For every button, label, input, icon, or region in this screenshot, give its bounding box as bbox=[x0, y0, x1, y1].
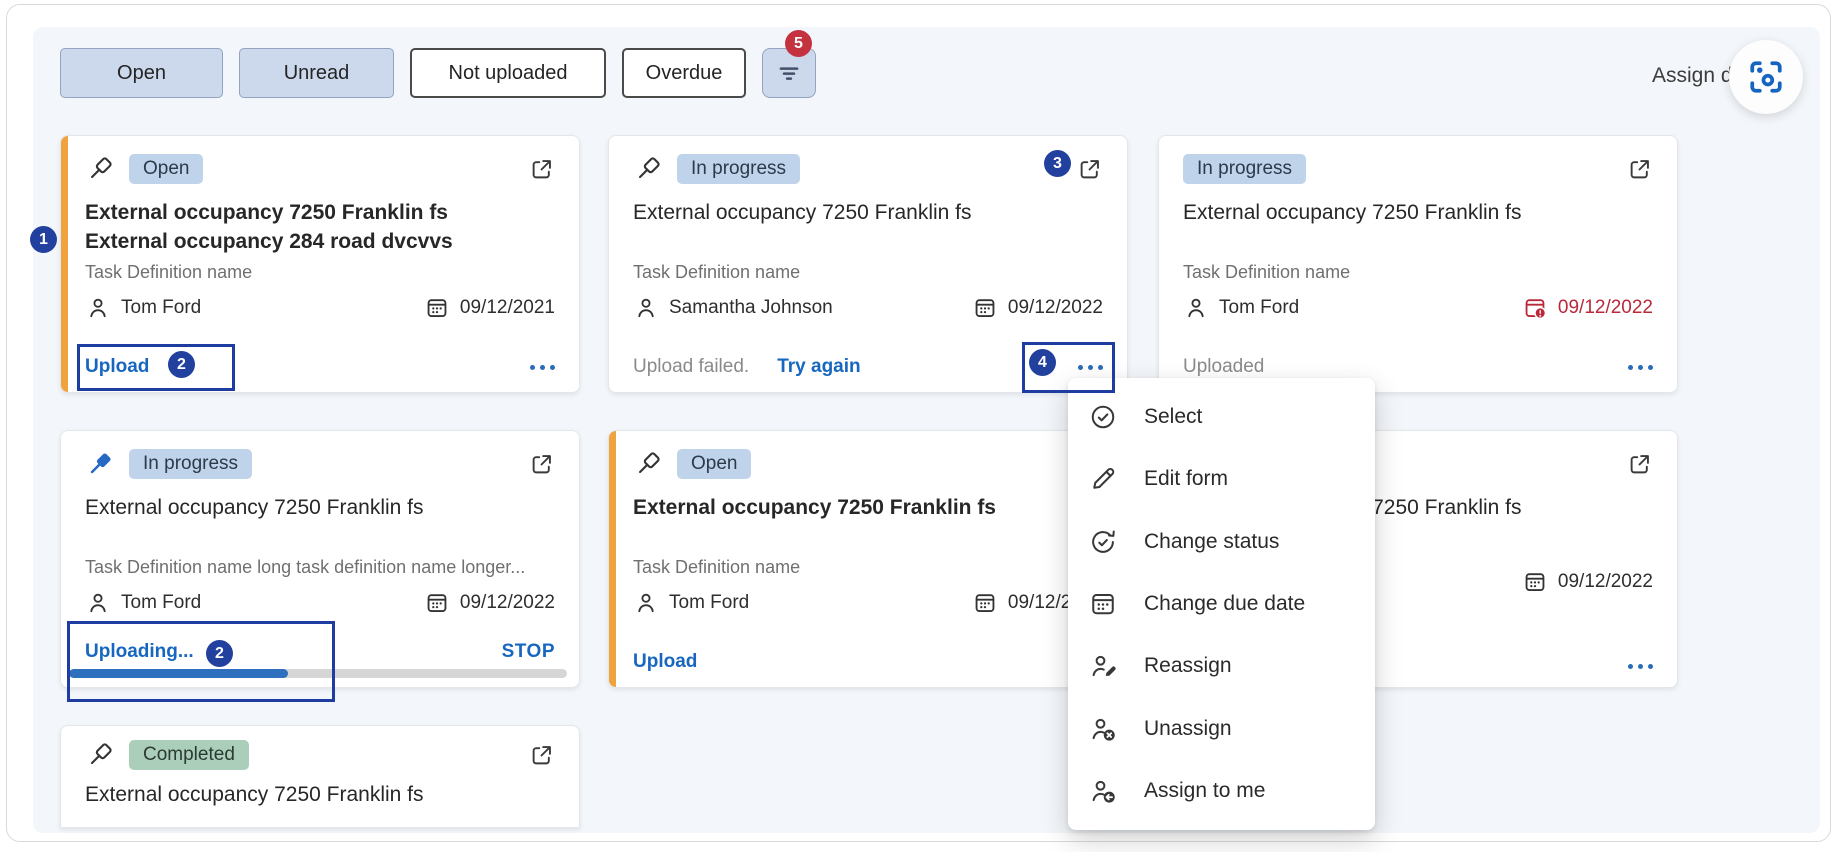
upload-status-text: Upload failed. bbox=[633, 356, 749, 378]
more-button[interactable] bbox=[530, 361, 555, 374]
status-badge: Open bbox=[129, 154, 203, 184]
person-icon bbox=[85, 295, 111, 321]
filter-button-overdue[interactable]: Overdue bbox=[622, 48, 746, 98]
calendar-icon bbox=[1522, 569, 1548, 595]
task-title[interactable]: External occupancy 7250 Franklin fs bbox=[85, 493, 555, 555]
task-definition: Task Definition name bbox=[633, 262, 1103, 283]
person-icon bbox=[633, 590, 659, 616]
filter-button-not-uploaded[interactable]: Not uploaded bbox=[410, 48, 606, 98]
task-card[interactable]: Open External occupancy 7250 Franklin fs… bbox=[608, 430, 1128, 688]
annotation-callout-2: 2 bbox=[168, 351, 195, 378]
more-button[interactable] bbox=[1628, 660, 1653, 673]
person-icon bbox=[633, 295, 659, 321]
task-title[interactable]: External occupancy 7250 Franklin fs bbox=[633, 493, 1103, 555]
pin-filled-icon[interactable] bbox=[85, 449, 115, 479]
upload-link[interactable]: Upload bbox=[633, 651, 697, 673]
assignee-name: Tom Ford bbox=[669, 592, 749, 614]
due-date: 09/12/2021 bbox=[460, 297, 555, 319]
task-card[interactable]: In progress External occupancy 7250 Fran… bbox=[1158, 135, 1678, 393]
card-context-menu: Select Edit form Change status Change du… bbox=[1068, 378, 1375, 830]
annotation-callout-4: 4 bbox=[1029, 349, 1056, 376]
stop-upload-button[interactable]: STOP bbox=[502, 641, 555, 663]
due-date: 09/12/2022 bbox=[460, 592, 555, 614]
assignee-name: Samantha Johnson bbox=[669, 297, 833, 319]
app-window bbox=[6, 4, 1831, 842]
menu-item-change-due-date[interactable]: Change due date bbox=[1068, 573, 1375, 635]
status-badge: In progress bbox=[1183, 154, 1306, 184]
filter-button-unread[interactable]: Unread bbox=[239, 48, 394, 98]
person-icon bbox=[1183, 295, 1209, 321]
status-badge: Open bbox=[677, 449, 751, 479]
pin-icon[interactable] bbox=[633, 154, 663, 184]
pin-icon[interactable] bbox=[633, 449, 663, 479]
person-arrow-icon bbox=[1088, 776, 1118, 806]
more-button[interactable] bbox=[1628, 361, 1653, 374]
annotation-callout-2b: 2 bbox=[206, 640, 233, 667]
screenshot-tool-button[interactable] bbox=[1729, 40, 1803, 114]
task-definition: Task Definition name bbox=[85, 262, 555, 283]
calendar-icon bbox=[1088, 589, 1118, 619]
annotation-box-upload bbox=[77, 344, 235, 391]
open-in-new-icon[interactable] bbox=[1626, 156, 1653, 183]
menu-item-select[interactable]: Select bbox=[1068, 386, 1375, 448]
due-date: 09/12/2022 bbox=[1008, 297, 1103, 319]
due-date: 09/12/2022 bbox=[1558, 571, 1653, 593]
annotation-callout-1: 1 bbox=[30, 226, 57, 253]
task-title[interactable]: External occupancy 7250 Franklin fs bbox=[85, 780, 555, 813]
pencil-icon bbox=[1088, 464, 1118, 494]
assignee-name: Tom Ford bbox=[121, 297, 201, 319]
calendar-icon bbox=[972, 295, 998, 321]
open-in-new-icon[interactable] bbox=[528, 742, 555, 769]
open-in-new-icon[interactable] bbox=[1626, 451, 1653, 478]
pin-icon[interactable] bbox=[85, 740, 115, 770]
menu-item-change-status[interactable]: Change status bbox=[1068, 511, 1375, 573]
filter-count-badge: 5 bbox=[785, 30, 812, 57]
try-again-link[interactable]: Try again bbox=[777, 356, 860, 378]
status-badge: Completed bbox=[129, 740, 249, 770]
due-date: 09/12/2022 bbox=[1558, 297, 1653, 319]
circle-check-icon bbox=[1088, 402, 1118, 432]
task-definition: Task Definition name bbox=[633, 557, 1103, 578]
upload-status-text: Uploaded bbox=[1183, 356, 1264, 378]
arrow-sync-check-icon bbox=[1088, 527, 1118, 557]
calendar-icon bbox=[424, 590, 450, 616]
person-icon bbox=[85, 590, 111, 616]
open-in-new-icon[interactable] bbox=[528, 156, 555, 183]
open-in-new-icon[interactable] bbox=[528, 451, 555, 478]
filter-button-open[interactable]: Open bbox=[60, 48, 223, 98]
filter-bar: Open Unread Not uploaded Overdue bbox=[60, 48, 816, 98]
calendar-overdue-icon bbox=[1522, 295, 1548, 321]
pin-icon[interactable] bbox=[85, 154, 115, 184]
menu-item-assign-to-me[interactable]: Assign to me bbox=[1068, 760, 1375, 822]
status-badge: In progress bbox=[677, 154, 800, 184]
open-in-new-icon[interactable] bbox=[1076, 156, 1103, 183]
person-edit-icon bbox=[1088, 651, 1118, 681]
task-title[interactable]: External occupancy 7250 Franklin fs Exte… bbox=[85, 198, 555, 260]
more-filters-button[interactable] bbox=[762, 48, 816, 98]
annotation-box-uploading bbox=[67, 621, 335, 702]
task-definition: Task Definition name bbox=[1183, 262, 1653, 283]
task-definition: Task Definition name long task definitio… bbox=[85, 557, 555, 578]
filter-icon bbox=[774, 58, 804, 88]
assignee-name: Tom Ford bbox=[121, 592, 201, 614]
menu-item-unassign[interactable]: Unassign bbox=[1068, 697, 1375, 759]
task-title[interactable]: External occupancy 7250 Franklin fs bbox=[633, 198, 1103, 260]
menu-item-edit-form[interactable]: Edit form bbox=[1068, 448, 1375, 510]
calendar-icon bbox=[972, 590, 998, 616]
menu-item-reassign[interactable]: Reassign bbox=[1068, 635, 1375, 697]
screen-capture-icon bbox=[1746, 57, 1786, 97]
person-remove-icon bbox=[1088, 714, 1118, 744]
calendar-icon bbox=[424, 295, 450, 321]
assignee-name: Tom Ford bbox=[1219, 297, 1299, 319]
task-card[interactable]: Completed External occupancy 7250 Frankl… bbox=[60, 725, 580, 828]
status-badge: In progress bbox=[129, 449, 252, 479]
annotation-callout-3: 3 bbox=[1044, 150, 1071, 177]
task-title[interactable]: External occupancy 7250 Franklin fs bbox=[1183, 198, 1653, 260]
